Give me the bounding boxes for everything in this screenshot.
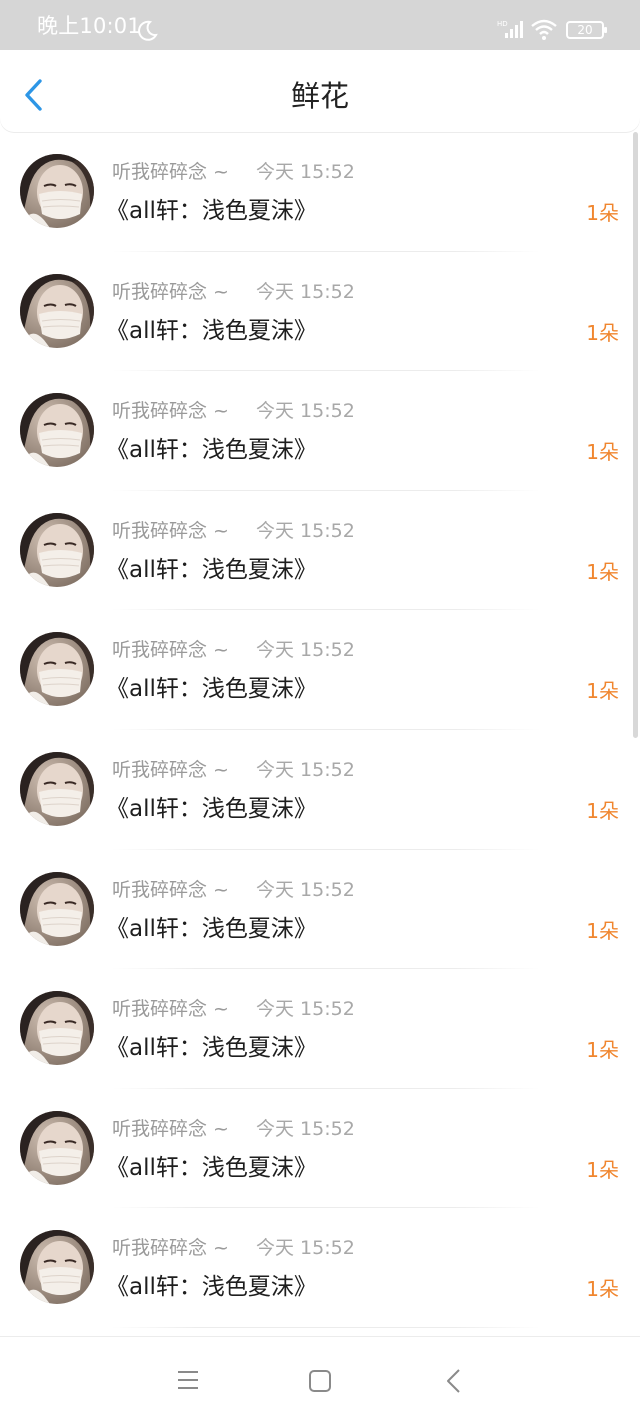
scrollbar[interactable] [633,132,638,738]
timestamp: 今天 15:52 [256,758,355,781]
battery-icon: 20 [566,21,608,39]
work-title: 《all轩：浅色夏沫》 [106,1035,317,1062]
timestamp: 今天 15:52 [256,998,355,1021]
sender-name: 听我碎碎念 ~ [112,400,229,423]
menu-icon[interactable] [176,1369,200,1391]
timestamp: 今天 15:52 [256,161,355,183]
avatar[interactable] [20,871,94,946]
battery-level: 20 [577,23,593,37]
work-title: 《all轩：浅色夏沫》 [106,198,317,224]
sender-name: 听我碎碎念 ~ [112,998,229,1021]
list-item[interactable]: 听我碎碎念 ~ 今天 15:52 《all轩：浅色夏沫》 1朵 [0,1208,640,1328]
list-item[interactable]: 听我碎碎念 ~ 今天 15:52 《all轩：浅色夏沫》 1朵 [0,969,640,1089]
timestamp: 今天 15:52 [256,400,355,423]
nav-bar: 鲜花 [0,50,640,132]
flower-list: 听我碎碎念 ~ 今天 15:52 《all轩：浅色夏沫》 1朵 听我碎碎念 ~ … [0,132,640,1328]
flower-count: 1朵 [586,201,619,225]
work-title: 《all轩：浅色夏沫》 [106,556,317,583]
sender-name: 听我碎碎念 ~ [112,758,229,781]
sender-name: 听我碎碎念 ~ [112,1117,229,1140]
wifi-icon [531,19,557,40]
work-title: 《all轩：浅色夏沫》 [106,317,317,344]
sender-name: 听我碎碎念 ~ [112,878,229,901]
work-title: 《all轩：浅色夏沫》 [106,915,317,942]
status-time: 晚上10:01 [37,14,141,38]
sender-name: 听我碎碎念 ~ [112,519,229,542]
flower-count: 1朵 [586,320,619,345]
system-navigation-bar [0,1336,640,1423]
signal-icon: HD [497,20,523,38]
list-item[interactable]: 听我碎碎念 ~ 今天 15:52 《all轩：浅色夏沫》 1朵 [0,252,640,372]
flower-count: 1朵 [586,798,619,823]
list-item[interactable]: 听我碎碎念 ~ 今天 15:52 《all轩：浅色夏沫》 1朵 [0,371,640,491]
avatar[interactable] [20,393,94,468]
avatar[interactable] [20,991,94,1066]
page-title: 鲜花 [290,79,349,113]
work-title: 《all轩：浅色夏沫》 [106,437,317,464]
work-title: 《all轩：浅色夏沫》 [106,795,317,822]
status-bar: 晚上10:01 HD 20 [0,0,640,50]
list-item[interactable]: 听我碎碎念 ~ 今天 15:52 《all轩：浅色夏沫》 1朵 [0,610,640,730]
timestamp: 今天 15:52 [256,639,355,662]
work-title: 《all轩：浅色夏沫》 [106,1154,317,1181]
avatar[interactable] [20,154,94,228]
timestamp: 今天 15:52 [256,878,355,901]
avatar[interactable] [20,512,94,587]
avatar[interactable] [20,1110,94,1185]
list-item[interactable]: 听我碎碎念 ~ 今天 15:52 《all轩：浅色夏沫》 1朵 [0,132,640,252]
timestamp: 今天 15:52 [256,1117,355,1140]
home-square-icon[interactable] [308,1369,332,1393]
list-item[interactable]: 听我碎碎念 ~ 今天 15:52 《all轩：浅色夏沫》 1朵 [0,850,640,970]
timestamp: 今天 15:52 [256,519,355,542]
sender-name: 听我碎碎念 ~ [112,280,229,303]
flower-count: 1朵 [586,440,619,465]
flower-count: 1朵 [586,918,619,943]
flower-count: 1朵 [586,1277,619,1302]
timestamp: 今天 15:52 [256,280,355,303]
list-item[interactable]: 听我碎碎念 ~ 今天 15:52 《all轩：浅色夏沫》 1朵 [0,491,640,611]
sender-name: 听我碎碎念 ~ [112,161,229,183]
flower-count: 1朵 [586,559,619,584]
back-triangle-icon[interactable] [444,1367,464,1395]
flower-count: 1朵 [586,1038,619,1063]
avatar[interactable] [20,1230,94,1305]
work-title: 《all轩：浅色夏沫》 [106,1274,317,1301]
sender-name: 听我碎碎念 ~ [112,639,229,662]
work-title: 《all轩：浅色夏沫》 [106,676,317,703]
svg-text:HD: HD [497,20,508,28]
sender-name: 听我碎碎念 ~ [112,1237,229,1260]
avatar[interactable] [20,751,94,826]
flower-count: 1朵 [586,1157,619,1182]
avatar[interactable] [20,632,94,707]
avatar[interactable] [20,273,94,348]
moon-icon [138,20,158,41]
list-item[interactable]: 听我碎碎念 ~ 今天 15:52 《all轩：浅色夏沫》 1朵 [0,1089,640,1209]
timestamp: 今天 15:52 [256,1237,355,1260]
flower-count: 1朵 [586,679,619,704]
list-item[interactable]: 听我碎碎念 ~ 今天 15:52 《all轩：浅色夏沫》 1朵 [0,730,640,850]
